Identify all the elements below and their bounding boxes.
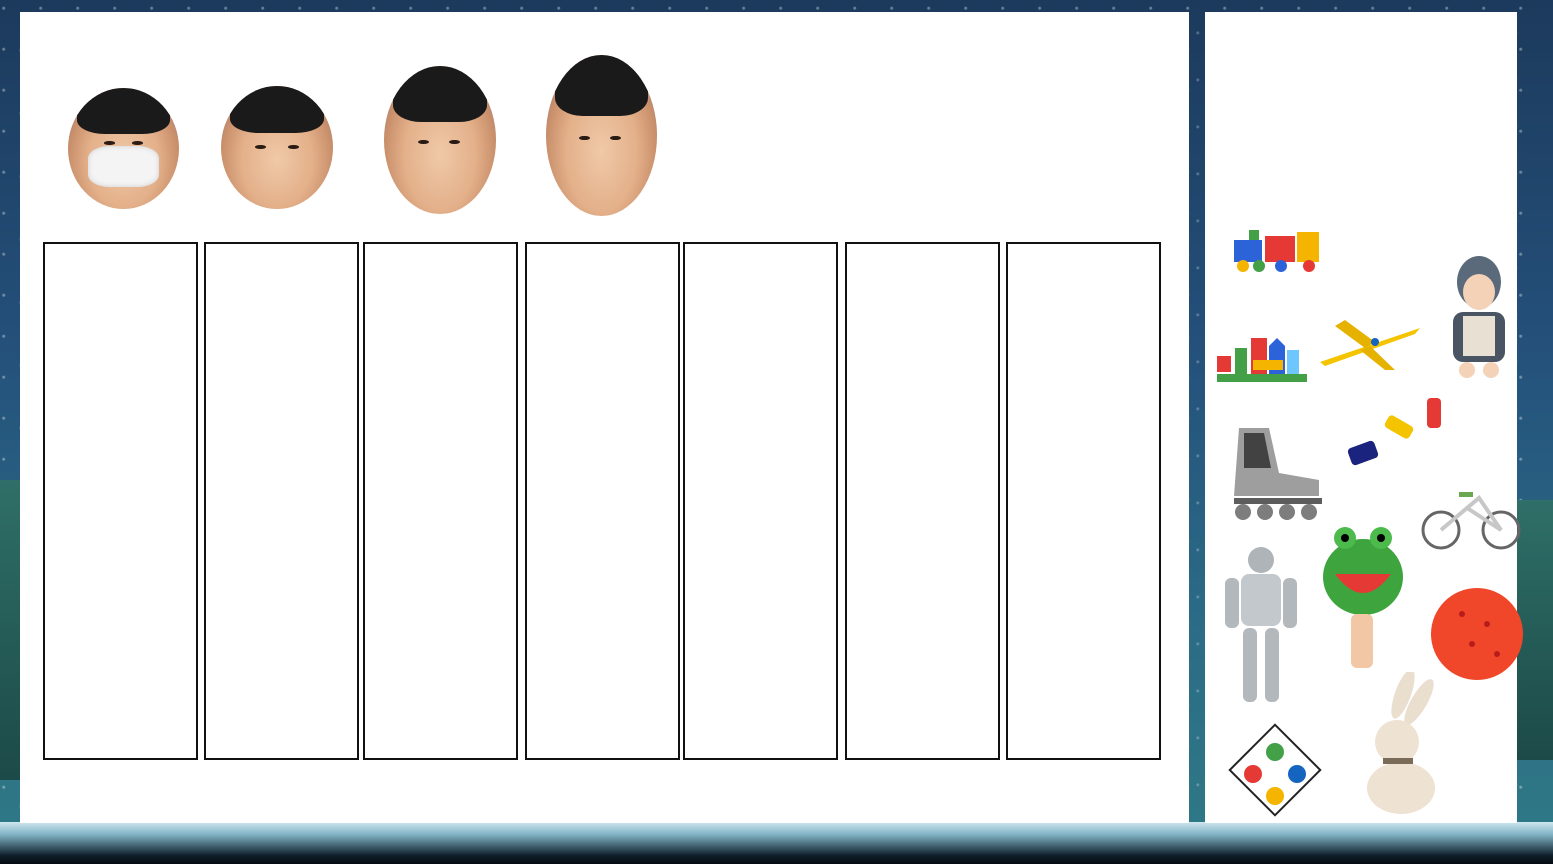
main-worksheet-panel xyxy=(20,12,1189,823)
eye-left xyxy=(579,135,591,141)
doll-icon[interactable] xyxy=(1437,252,1521,382)
robot-figure-icon[interactable] xyxy=(1219,542,1303,712)
board-game-icon[interactable] xyxy=(1223,718,1327,822)
drop-column-5[interactable] xyxy=(683,242,838,760)
hair xyxy=(229,86,325,133)
snow-ground-strip xyxy=(0,822,1553,864)
toy-palette-panel xyxy=(1205,12,1523,823)
hair xyxy=(76,88,171,134)
eye-left xyxy=(417,140,429,145)
eye-right xyxy=(288,145,300,149)
drop-column-3[interactable] xyxy=(363,242,518,760)
drop-column-1[interactable] xyxy=(43,242,198,760)
frog-puppet-icon[interactable] xyxy=(1313,522,1413,672)
eye-right xyxy=(610,135,622,141)
tree-decoration-left xyxy=(0,480,22,780)
toy-cars-icon[interactable] xyxy=(1341,392,1451,482)
eye-left xyxy=(254,145,266,149)
child-avatar-4[interactable] xyxy=(546,55,657,216)
building-blocks-icon[interactable] xyxy=(1213,330,1313,390)
child-avatar-3[interactable] xyxy=(384,66,496,214)
inline-skate-icon[interactable] xyxy=(1219,418,1329,528)
bicycle-icon[interactable] xyxy=(1419,478,1523,558)
eye-right xyxy=(448,140,461,145)
toy-train-icon[interactable] xyxy=(1229,222,1329,282)
drop-column-4[interactable] xyxy=(525,242,680,760)
hair xyxy=(392,66,488,123)
eye-right xyxy=(132,141,144,145)
toy-airplane-icon[interactable] xyxy=(1315,312,1425,372)
drop-column-2[interactable] xyxy=(204,242,359,760)
eye-left xyxy=(103,141,115,145)
child-avatar-1[interactable] xyxy=(68,88,179,209)
face-mask xyxy=(87,146,160,188)
red-ball-icon[interactable] xyxy=(1427,584,1527,684)
hair xyxy=(554,55,649,117)
drop-column-6[interactable] xyxy=(845,242,1000,760)
plush-bunny-icon[interactable] xyxy=(1345,672,1455,822)
child-avatar-2[interactable] xyxy=(221,86,333,209)
drop-column-7[interactable] xyxy=(1006,242,1161,760)
